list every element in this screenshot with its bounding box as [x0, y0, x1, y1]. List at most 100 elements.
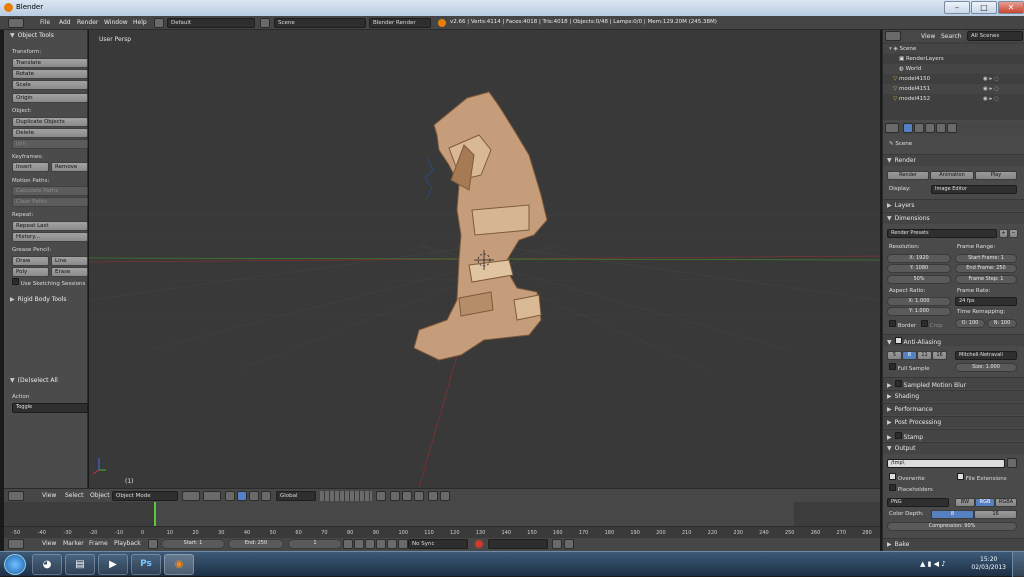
output-panel-header[interactable]: ▼ Output [883, 442, 1024, 454]
outliner-row[interactable]: ▣ RenderLayers [883, 54, 1024, 64]
color-depth-8[interactable]: 8 [931, 510, 974, 519]
scene-tab-icon[interactable] [925, 123, 935, 133]
checkbox-icon[interactable] [889, 484, 896, 491]
start-orb-icon[interactable] [4, 554, 26, 575]
outliner-row[interactable]: ▽ model4150 ◉ ▸ ◌ [883, 74, 1024, 84]
menu-file[interactable]: File [40, 19, 50, 26]
scene-icon[interactable] [260, 18, 270, 28]
editor-type-icon[interactable] [8, 491, 24, 501]
calculate-paths-button[interactable]: Calculate Paths [12, 186, 88, 196]
stamp-panel-header[interactable]: ▶ Stamp [883, 429, 1024, 441]
crop-checkbox[interactable]: Crop [921, 320, 943, 329]
timeline-editor[interactable]: -50 -40 -30 -20 -10 0 10 20 30 40 50 60 70 80 90 100 110… [4, 502, 880, 538]
output-path-field[interactable]: /tmp\ [887, 459, 1005, 468]
world-tab-icon[interactable] [936, 123, 946, 133]
opengl-render-icon[interactable] [428, 491, 438, 501]
shading-panel-header[interactable]: ▶ Shading [883, 390, 1024, 402]
layout-icon[interactable] [154, 18, 164, 28]
sync-select[interactable]: No Sync [408, 539, 468, 549]
blender-taskbar-icon[interactable]: ◉ [164, 554, 194, 575]
playhead[interactable] [154, 502, 156, 526]
motion-blur-panel-header[interactable]: ▶ Sampled Motion Blur [883, 377, 1024, 389]
remap-old-field[interactable]: O: 100 [955, 319, 985, 328]
checkbox-icon[interactable] [894, 432, 902, 439]
resolution-y-field[interactable]: Y: 1080 [887, 264, 951, 273]
menu-view[interactable]: View [42, 492, 56, 499]
editor-type-icon[interactable] [8, 539, 24, 549]
render-presets-select[interactable]: Render Presets [887, 229, 997, 238]
remove-preset-button[interactable]: − [1009, 229, 1018, 238]
render-panel-header[interactable]: ▼ Render [883, 154, 1024, 166]
menu-add[interactable]: Add [59, 19, 71, 26]
play-icon[interactable] [376, 539, 386, 549]
checkbox-icon[interactable] [889, 363, 896, 370]
menu-help[interactable]: Help [133, 19, 147, 26]
menu-window[interactable]: Window [104, 19, 128, 26]
snap-element-icon[interactable] [402, 491, 412, 501]
next-keyframe-icon[interactable] [387, 539, 397, 549]
manipulator-icon[interactable] [225, 491, 235, 501]
erase-button[interactable]: Erase [51, 267, 88, 277]
rigid-body-tools-header[interactable]: ▶ Rigid Body Tools [10, 296, 67, 303]
join-button[interactable]: Join [12, 139, 88, 149]
bake-panel-header[interactable]: ▶ Bake [883, 538, 1024, 550]
preview-range-icon[interactable] [148, 539, 158, 549]
compression-slider[interactable]: Compression: 90% [887, 522, 1017, 531]
system-clock[interactable]: 15:20 02/03/2013 [971, 556, 1006, 572]
color-mode-rgb[interactable]: RGB [975, 498, 995, 507]
scale-button[interactable]: Scale [12, 80, 88, 90]
outliner-filter-select[interactable]: All Scenes [967, 31, 1023, 41]
3d-viewport[interactable]: User Persp (1) [89, 30, 880, 488]
origin-button[interactable]: Origin [12, 93, 88, 103]
use-sketching-checkbox[interactable]: Use Sketching Sessions [12, 278, 85, 287]
texture-tab-icon[interactable] [947, 123, 957, 133]
record-icon[interactable] [475, 540, 483, 548]
insert-keyframe-button[interactable]: Insert [12, 162, 49, 172]
anti-aliasing-panel-header[interactable]: ▼ Anti-Aliasing [883, 334, 1024, 346]
chrome-icon[interactable]: ◕ [32, 554, 62, 575]
translate-manipulator-icon[interactable] [237, 491, 247, 501]
full-sample-checkbox[interactable]: Full Sample [889, 363, 930, 372]
render-tab-icon[interactable] [903, 123, 913, 133]
jump-end-icon[interactable] [398, 539, 408, 549]
outliner-row[interactable]: ▽ model4151 ◉ ▸ ◌ [883, 84, 1024, 94]
end-frame-field[interactable]: End Frame: 250 [955, 264, 1017, 273]
translate-button[interactable]: Translate [12, 58, 88, 68]
play-reverse-icon[interactable] [365, 539, 375, 549]
start-frame-field[interactable]: Start Frame: 1 [955, 254, 1017, 263]
checkbox-icon[interactable] [921, 320, 928, 327]
color-mode-bw[interactable]: BW [955, 498, 975, 507]
action-select[interactable]: Toggle [12, 403, 88, 413]
file-format-select[interactable]: PNG [887, 498, 949, 507]
outliner-row[interactable]: ▽ model4152 ◉ ▸ ◌ [883, 94, 1024, 104]
overwrite-checkbox[interactable]: Overwrite [889, 473, 925, 482]
pivot-icon[interactable] [203, 491, 221, 501]
file-extensions-checkbox[interactable]: File Extensions [957, 473, 1007, 482]
insert-key-icon[interactable] [552, 539, 562, 549]
color-depth-16[interactable]: 16 [974, 510, 1017, 519]
add-preset-button[interactable]: + [999, 229, 1008, 238]
history-button[interactable]: History... [12, 232, 88, 242]
checkbox-icon[interactable] [894, 337, 902, 344]
menu-object[interactable]: Object [90, 492, 110, 499]
layers-tab-icon[interactable] [914, 123, 924, 133]
maximize-button[interactable]: □ [971, 1, 997, 14]
menu-view[interactable]: View [921, 33, 935, 40]
frame-rate-select[interactable]: 24 fps [955, 297, 1017, 306]
layout-select[interactable]: Default [167, 18, 255, 28]
aspect-x-field[interactable]: X: 1.000 [887, 297, 951, 306]
media-player-icon[interactable]: ▶ [98, 554, 128, 575]
menu-view[interactable]: View [42, 540, 56, 547]
layers-panel-header[interactable]: ▶ Layers [883, 199, 1024, 211]
explorer-icon[interactable]: ▤ [65, 554, 95, 575]
menu-search[interactable]: Search [941, 33, 962, 40]
post-processing-panel-header[interactable]: ▶ Post Processing [883, 416, 1024, 428]
proportional-edit-icon[interactable] [414, 491, 424, 501]
duplicate-objects-button[interactable]: Duplicate Objects [12, 117, 88, 127]
minimize-button[interactable]: – [944, 1, 970, 14]
visibility-icon[interactable]: ◉ ▸ ◌ [983, 76, 999, 82]
snap-icon[interactable] [390, 491, 400, 501]
aa-samples-5[interactable]: 5 [887, 351, 902, 360]
prev-keyframe-icon[interactable] [354, 539, 364, 549]
outliner-row[interactable]: ◍ World [883, 64, 1024, 74]
